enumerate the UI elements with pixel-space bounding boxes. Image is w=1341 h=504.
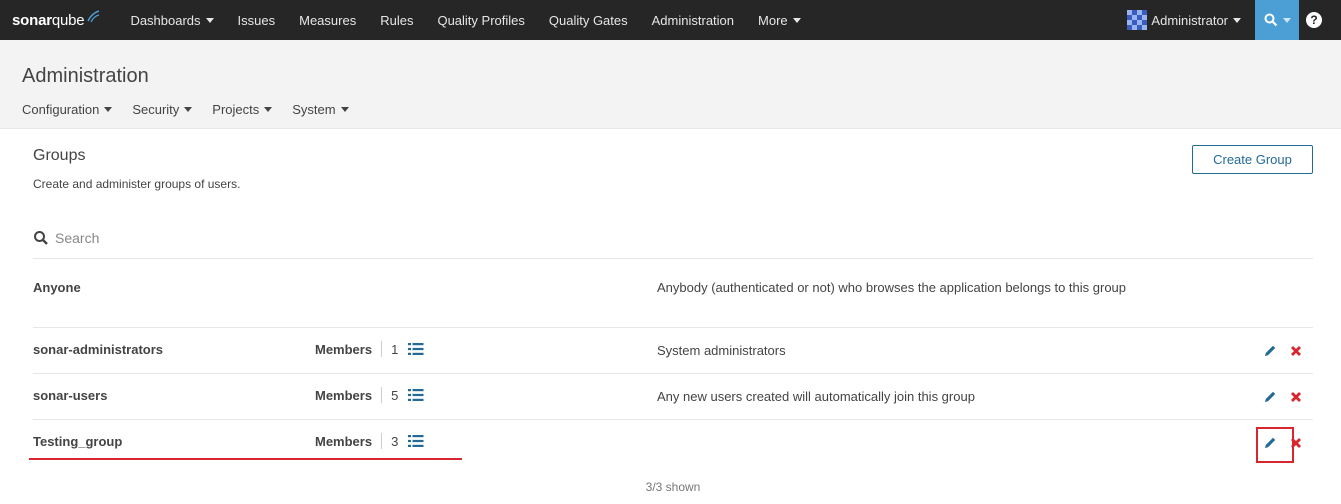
chevron-down-icon	[264, 107, 273, 112]
search-box[interactable]	[33, 217, 1313, 259]
nav-administration[interactable]: Administration	[640, 0, 746, 40]
groups-table: Anyone Anybody (authenticated or not) wh…	[29, 264, 1313, 494]
chevron-down-icon	[1282, 17, 1291, 23]
nav-more[interactable]: More	[746, 0, 813, 40]
members-cell: Members 1	[315, 341, 424, 357]
chevron-down-icon	[184, 107, 193, 112]
members-count: 1	[391, 341, 399, 357]
pencil-icon[interactable]	[1263, 390, 1277, 404]
question-icon: ?	[1306, 12, 1322, 28]
group-name: Anyone	[33, 280, 81, 295]
nav-quality-gates[interactable]: Quality Gates	[537, 0, 640, 40]
close-icon[interactable]	[1289, 436, 1303, 450]
nav-measures[interactable]: Measures	[287, 0, 368, 40]
chevron-down-icon	[792, 17, 801, 23]
members-label: Members	[315, 433, 373, 449]
logo-text: sonarqube	[12, 11, 85, 29]
top-navbar: sonarqube Dashboards Issues Measures Rul…	[0, 0, 1341, 40]
table-row: Anyone Anybody (authenticated or not) wh…	[33, 264, 1313, 328]
chevron-down-icon	[104, 107, 113, 112]
subnav-system[interactable]: System	[292, 102, 349, 117]
members-cell: Members 3	[315, 433, 424, 449]
avatar	[1127, 10, 1148, 30]
search-icon	[1264, 13, 1277, 27]
user-name: Administrator	[1151, 12, 1228, 28]
members-label: Members	[315, 387, 373, 403]
close-icon[interactable]	[1289, 390, 1303, 404]
divider	[381, 341, 383, 357]
divider	[381, 433, 383, 449]
divider	[381, 387, 383, 403]
section-title: Groups	[33, 147, 86, 164]
subnav-configuration[interactable]: Configuration	[22, 102, 113, 117]
shown-count: 3/3 shown	[645, 480, 701, 494]
nav-quality-profiles[interactable]: Quality Profiles	[425, 0, 536, 40]
page-header: Administration Configuration Security Pr…	[0, 40, 1341, 129]
members-count: 5	[391, 387, 399, 403]
sonarqube-logo[interactable]: sonarqube	[12, 0, 100, 40]
user-menu[interactable]: Administrator	[1115, 0, 1247, 40]
group-name: Testing_group	[33, 434, 123, 449]
group-description: Any new users created will automatically…	[657, 389, 975, 404]
chevron-down-icon	[1233, 17, 1241, 23]
search-input[interactable]	[55, 229, 455, 246]
group-name: sonar-administrators	[33, 342, 164, 357]
nav-rules[interactable]: Rules	[368, 0, 425, 40]
page-title: Administration	[22, 65, 149, 87]
pencil-icon[interactable]	[1263, 344, 1277, 358]
subnav-security[interactable]: Security	[132, 102, 193, 117]
list-icon[interactable]	[408, 342, 424, 356]
row-actions	[1263, 390, 1303, 404]
section-description: Create and administer groups of users.	[33, 177, 241, 191]
chevron-down-icon	[205, 17, 214, 23]
pencil-icon[interactable]	[1263, 436, 1277, 450]
close-icon[interactable]	[1289, 344, 1303, 358]
help-button[interactable]: ?	[1299, 0, 1329, 40]
global-search-button[interactable]	[1255, 0, 1299, 40]
row-actions	[1263, 344, 1303, 358]
highlight-underline	[29, 458, 462, 460]
table-row: sonar-users Members 5 Any new users crea…	[33, 374, 1313, 420]
group-name: sonar-users	[33, 388, 108, 403]
nav-issues[interactable]: Issues	[226, 0, 288, 40]
table-row: sonar-administrators Members 1 System ad…	[33, 328, 1313, 374]
create-group-button[interactable]: Create Group	[1192, 145, 1313, 174]
list-icon[interactable]	[408, 388, 424, 402]
admin-subnav: Configuration Security Projects System	[22, 102, 369, 117]
search-icon	[34, 230, 48, 245]
members-count: 3	[391, 433, 399, 449]
table-row: Testing_group Members 3	[29, 420, 1313, 466]
list-icon[interactable]	[408, 434, 424, 448]
nav-dashboards[interactable]: Dashboards	[118, 0, 225, 40]
logo-arc-icon	[87, 10, 100, 23]
group-description: System administrators	[657, 343, 786, 358]
chevron-down-icon	[340, 107, 349, 112]
members-label: Members	[315, 341, 373, 357]
members-cell: Members 5	[315, 387, 424, 403]
group-description: Anybody (authenticated or not) who brows…	[657, 280, 1127, 295]
row-actions	[1263, 436, 1303, 450]
subnav-projects[interactable]: Projects	[212, 102, 273, 117]
